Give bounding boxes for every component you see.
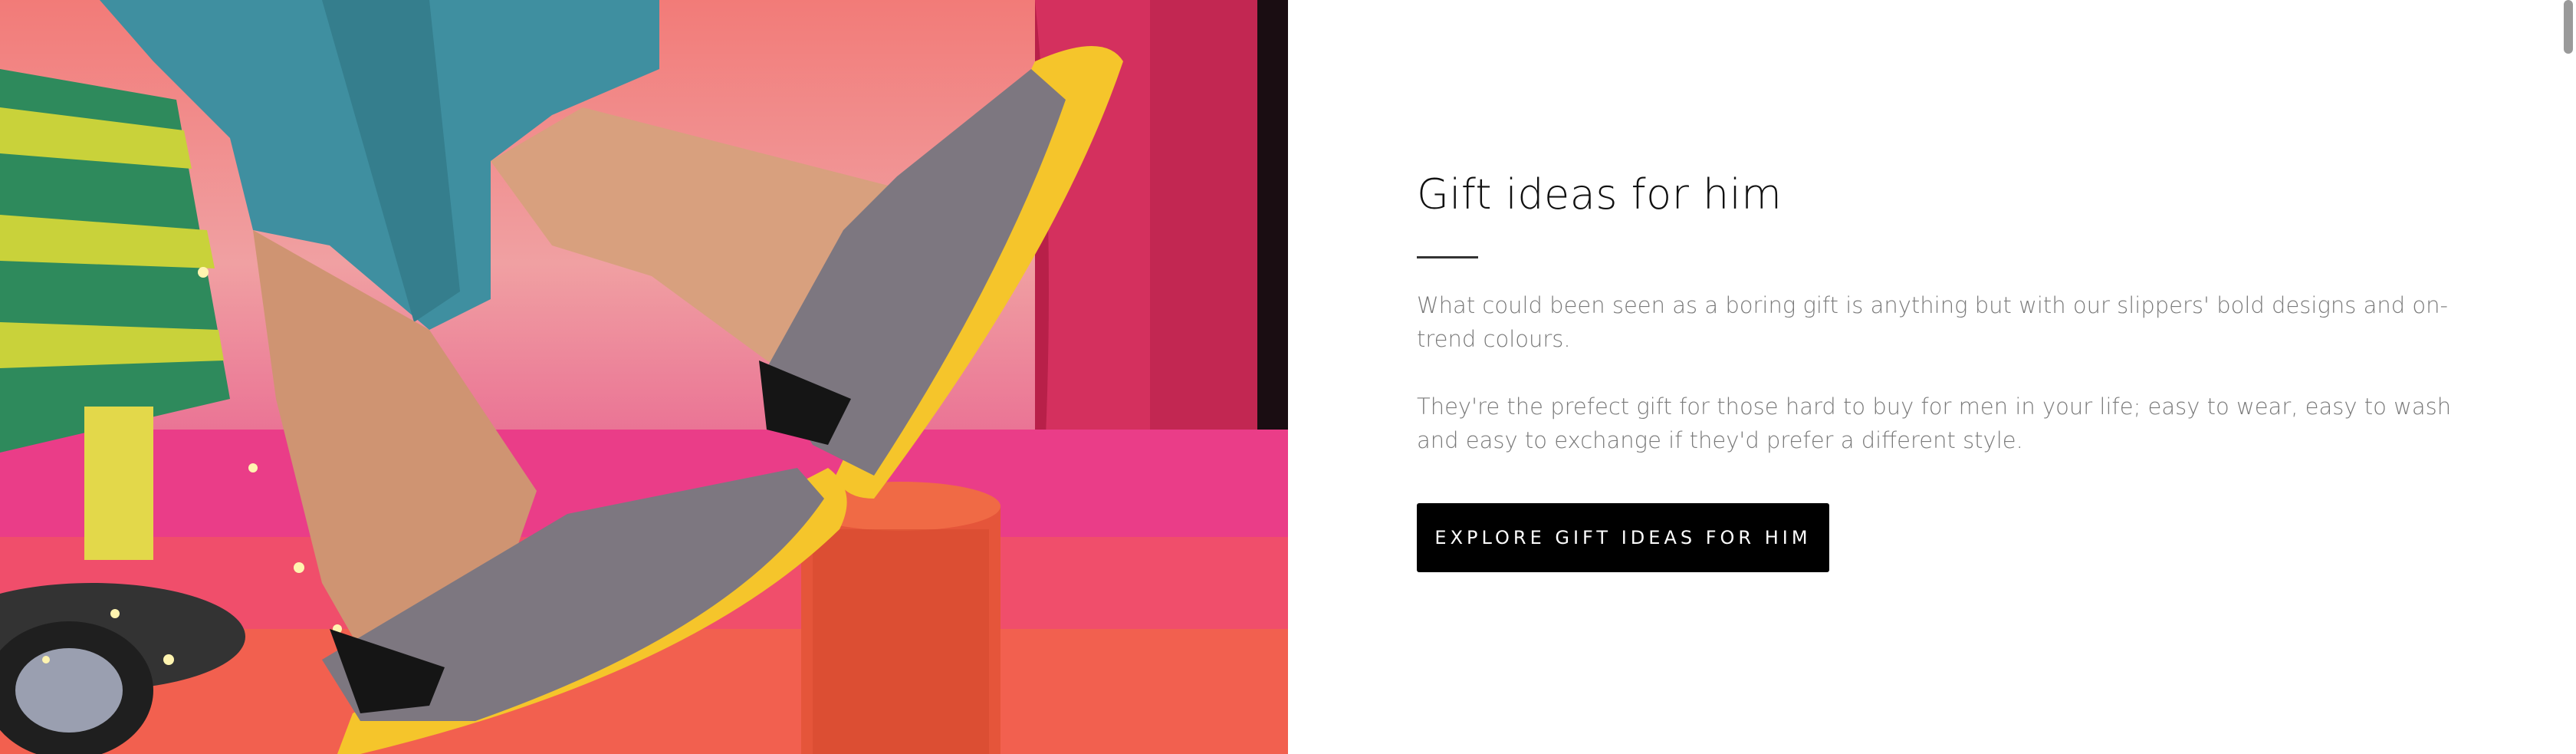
- heading-divider: [1417, 256, 1478, 258]
- page-scrollbar[interactable]: [2559, 0, 2576, 754]
- hero-photo-illustration: [0, 0, 1288, 754]
- section-paragraph-1: What could been seen as a boring gift is…: [1417, 292, 2448, 352]
- hero-photo: [0, 0, 1288, 754]
- explore-gift-ideas-button[interactable]: Explore gift ideas for him: [1417, 503, 1829, 572]
- gift-content-panel: Gift ideas for him What could been seen …: [1288, 0, 2576, 754]
- scrollbar-thumb[interactable]: [2564, 0, 2573, 54]
- section-paragraph-2: They're the prefect gift for those hard …: [1417, 393, 2452, 453]
- page: Gift ideas for him What could been seen …: [0, 0, 2576, 754]
- section-heading: Gift ideas for him: [1417, 170, 1783, 219]
